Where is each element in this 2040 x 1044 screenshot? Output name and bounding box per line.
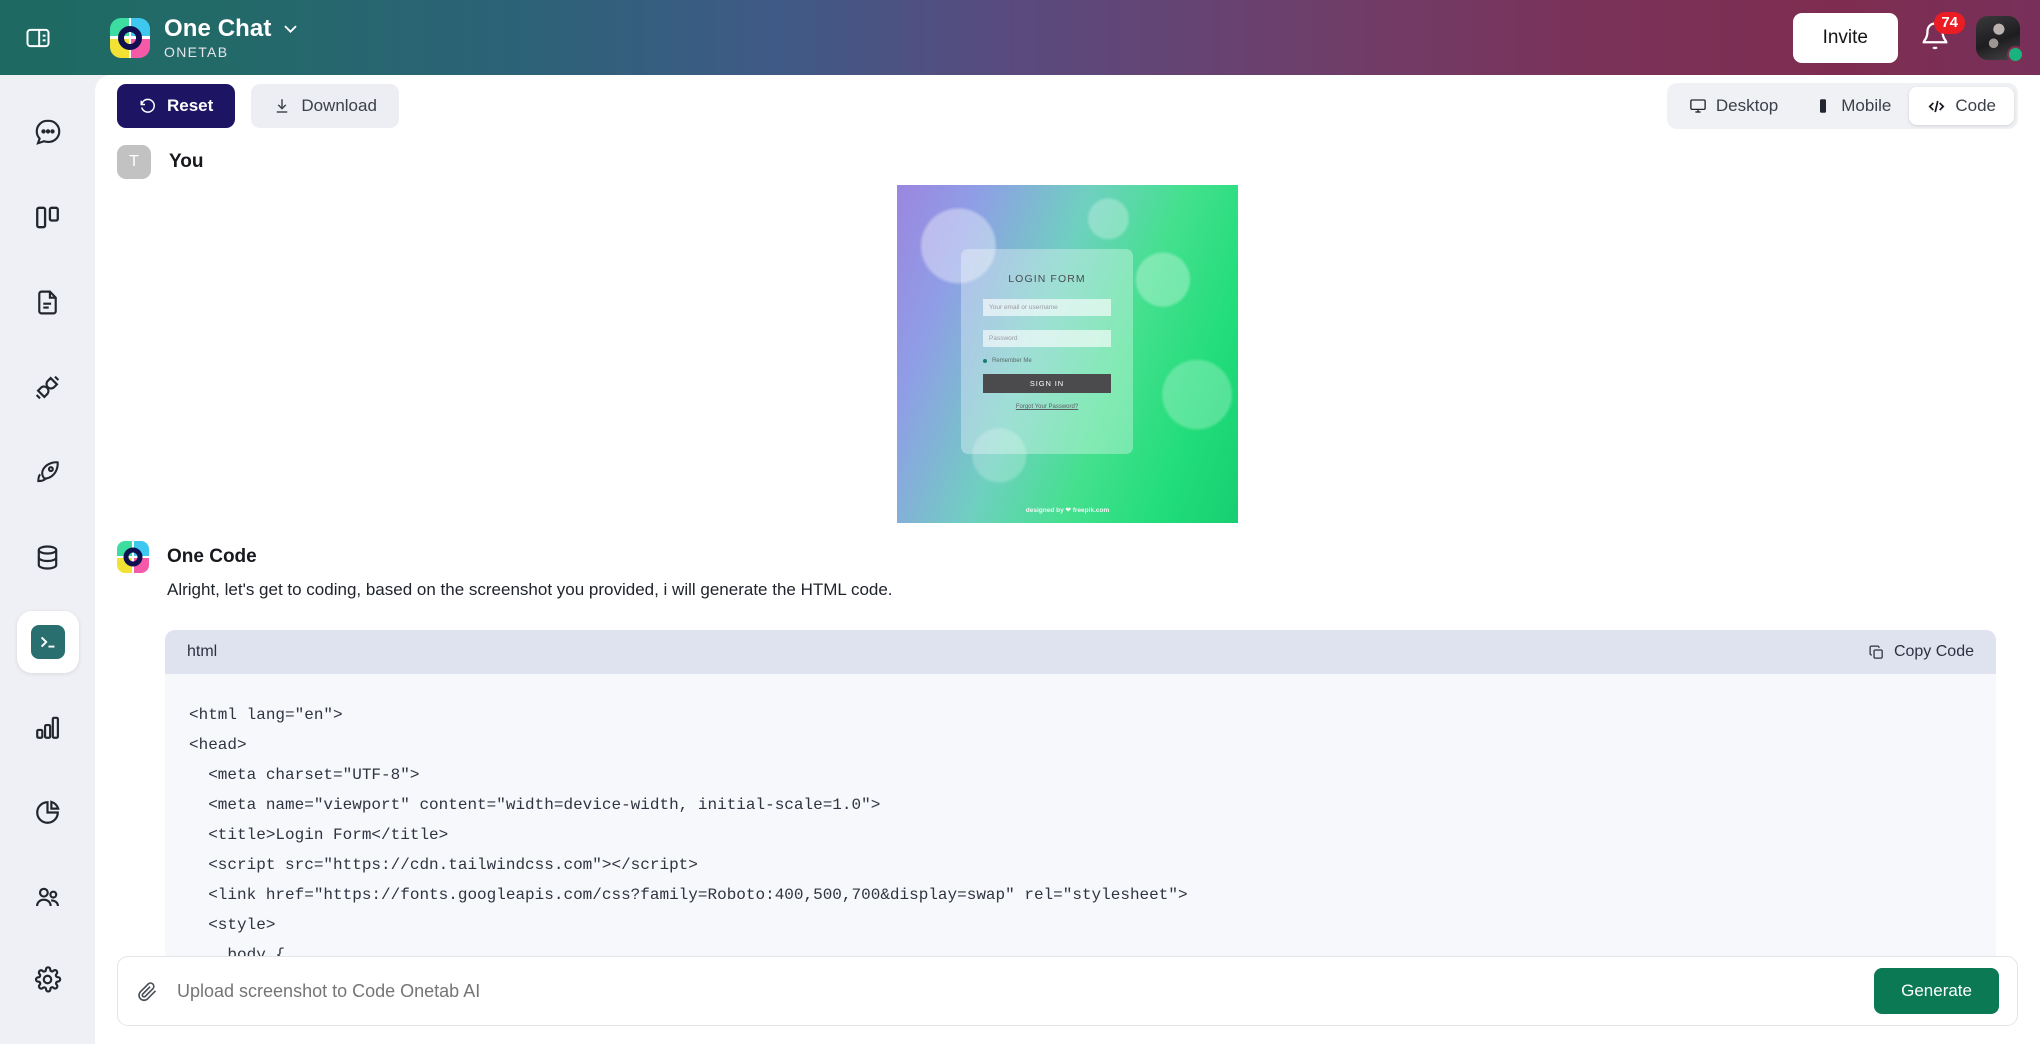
monitor-icon — [1689, 97, 1707, 115]
sign-in-button: SIGN IN — [983, 374, 1111, 393]
main-panel: Reset Download Desktop Mobile Code T You… — [95, 75, 2040, 1044]
brand[interactable]: One Chat ONETAB — [110, 14, 300, 60]
invite-button[interactable]: Invite — [1792, 12, 1898, 63]
code-block: html Copy Code <html lang="en"> <head> <… — [165, 630, 1996, 987]
sidebar — [0, 75, 95, 1044]
download-button[interactable]: Download — [251, 84, 399, 128]
app-logo-icon — [110, 17, 150, 58]
panel-toggle-button[interactable] — [0, 0, 75, 75]
assistant-message-text: Alright, let's get to coding, based on t… — [167, 580, 893, 599]
generate-button[interactable]: Generate — [1874, 968, 1999, 1014]
code-language-label: html — [187, 643, 218, 660]
sidebar-item-columns[interactable] — [17, 186, 79, 248]
download-icon — [273, 97, 291, 115]
phone-icon — [1814, 97, 1832, 115]
assistant-message-sender: One Code — [167, 546, 257, 567]
remember-me-row: Remember Me — [983, 358, 1111, 364]
chat-bubble-icon — [33, 117, 63, 147]
tab-code[interactable]: Code — [1909, 87, 2014, 125]
workspace-label: ONETAB — [164, 43, 229, 60]
login-password-field: Password — [983, 330, 1111, 347]
message-composer: Generate — [117, 956, 2018, 1026]
sidebar-item-team[interactable] — [17, 866, 79, 928]
gear-icon — [33, 965, 62, 994]
user-message-header: T You — [117, 145, 2018, 179]
reset-label: Reset — [167, 96, 214, 115]
columns-icon — [33, 203, 62, 232]
preview-toolbar: Reset Download Desktop Mobile Code — [95, 75, 2040, 137]
rotate-left-icon — [139, 97, 157, 115]
panel-layout-icon — [24, 24, 52, 52]
login-email-field: Your email or username — [983, 299, 1111, 316]
rocket-icon — [33, 458, 62, 487]
attachment-wrapper: LOGIN FORM Your email or username Passwo… — [117, 185, 2018, 523]
assistant-message-header: One Code — [117, 541, 2018, 573]
sidebar-item-database[interactable] — [17, 526, 79, 588]
terminal-icon — [30, 625, 65, 659]
remember-me-label: Remember Me — [992, 358, 1032, 364]
tab-desktop-label: Desktop — [1715, 96, 1779, 115]
user-message-sender: You — [169, 151, 204, 172]
document-icon — [33, 288, 62, 317]
sidebar-item-reports[interactable] — [17, 781, 79, 843]
copy-icon — [1868, 644, 1885, 661]
sidebar-item-settings[interactable] — [17, 959, 79, 1021]
chat-transcript: T You LOGIN FORM Your email or username … — [95, 137, 2040, 987]
top-bar: One Chat ONETAB Invite 74 — [0, 0, 2040, 75]
paperclip-icon[interactable] — [136, 980, 159, 1003]
sidebar-item-launch[interactable] — [17, 441, 79, 503]
sidebar-item-analytics[interactable] — [17, 696, 79, 758]
code-block-header: html Copy Code — [165, 630, 1996, 674]
sidebar-item-integrations[interactable] — [17, 356, 79, 418]
copy-code-label: Copy Code — [1893, 643, 1974, 660]
sidebar-item-code[interactable] — [16, 611, 79, 673]
tab-mobile-label: Mobile — [1841, 96, 1892, 115]
sidebar-item-chat[interactable] — [17, 101, 79, 163]
avatar[interactable] — [1976, 15, 2024, 63]
code-brackets-icon — [1927, 97, 1946, 116]
notification-badge: 74 — [1934, 11, 1965, 34]
checkbox-icon — [983, 359, 987, 363]
login-form-screenshot[interactable]: LOGIN FORM Your email or username Passwo… — [897, 185, 1238, 523]
user-avatar-initial: T — [117, 145, 151, 179]
login-card: LOGIN FORM Your email or username Passwo… — [961, 249, 1133, 454]
chevron-down-icon[interactable] — [281, 19, 300, 38]
code-content[interactable]: <html lang="en"> <head> <meta charset="U… — [165, 674, 1996, 987]
login-title: LOGIN FORM — [1008, 273, 1086, 285]
sidebar-item-document[interactable] — [17, 271, 79, 333]
attachment-credit: designed by ❤ freepik.com — [1025, 507, 1110, 514]
download-label: Download — [301, 96, 377, 115]
pie-chart-icon — [33, 798, 62, 827]
app-title: One Chat — [164, 14, 272, 42]
tab-desktop[interactable]: Desktop — [1671, 87, 1796, 125]
reset-button[interactable]: Reset — [117, 84, 236, 128]
view-mode-switcher: Desktop Mobile Code — [1666, 83, 2018, 129]
notifications-button[interactable]: 74 — [1920, 11, 1965, 55]
copy-code-button[interactable]: Copy Code — [1868, 643, 1974, 661]
message-input[interactable] — [177, 980, 1875, 1002]
users-icon — [33, 883, 62, 912]
tab-code-label: Code — [1955, 96, 1996, 115]
forgot-password-link: Forgot Your Password? — [1015, 404, 1079, 410]
plug-icon — [33, 373, 62, 402]
status-badge — [2007, 45, 2024, 63]
database-icon — [33, 543, 62, 572]
assistant-avatar-icon — [117, 541, 149, 573]
tab-mobile[interactable]: Mobile — [1796, 87, 1909, 125]
bar-chart-icon — [33, 713, 62, 742]
